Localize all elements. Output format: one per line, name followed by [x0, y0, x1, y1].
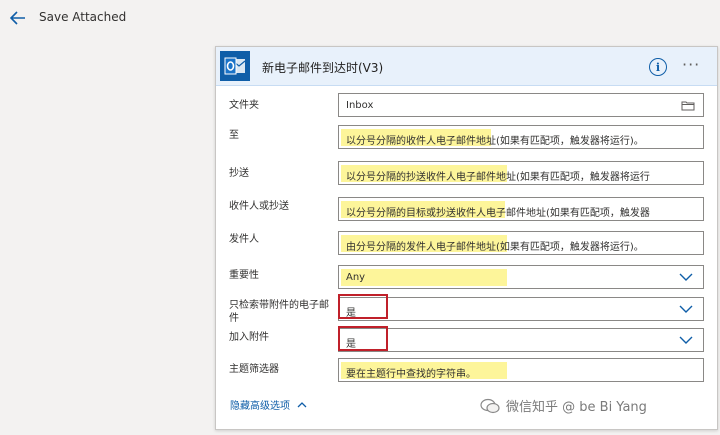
folder-value: Inbox	[346, 100, 374, 111]
trigger-card: 新电子邮件到达时(V3) i ··· 文件夹 Inbox 至 以分号分隔的收件人…	[215, 46, 718, 430]
hide-advanced-options-label: 隐藏高级选项	[230, 401, 290, 412]
only-with-attachments-dropdown[interactable]: 是	[338, 297, 704, 321]
only-with-attachments-label-line1: 只检索带附件的电子邮	[229, 300, 329, 311]
only-with-attachments-label: 只检索带附件的电子邮 件	[229, 299, 329, 325]
top-bar: Save Attached	[0, 0, 720, 36]
to-field[interactable]: 以分号分隔的收件人电子邮件地址(如果有匹配项，触发器将运行)。	[338, 125, 704, 149]
chevron-down-icon	[679, 336, 693, 344]
arrow-left-icon	[10, 11, 25, 25]
include-attachments-label: 加入附件	[229, 332, 269, 343]
annotation-box	[338, 326, 388, 351]
folder-label: 文件夹	[229, 100, 259, 111]
hide-advanced-options-link[interactable]: 隐藏高级选项	[230, 397, 307, 412]
cc-field[interactable]: 以分号分隔的抄送收件人电子邮件地址(如果有匹配项，触发器将运行	[338, 161, 704, 185]
to-label: 至	[229, 130, 239, 141]
card-header[interactable]: 新电子邮件到达时(V3) i ···	[216, 47, 717, 86]
cc-placeholder: 以分号分隔的抄送收件人电子邮件地址(如果有匹配项，触发器将运行	[346, 172, 650, 183]
back-button[interactable]	[8, 8, 28, 28]
subject-filter-field[interactable]: 要在主题行中查找的字符串。	[338, 358, 704, 382]
chevron-up-icon	[297, 402, 307, 408]
wechat-icon	[480, 398, 500, 413]
include-attachments-dropdown[interactable]: 是	[338, 328, 704, 352]
from-label: 发件人	[229, 234, 259, 245]
more-options-button[interactable]: ···	[682, 55, 706, 75]
info-button[interactable]: i	[649, 58, 667, 76]
chevron-down-icon	[679, 305, 693, 313]
highlight-mark	[341, 269, 507, 286]
to-placeholder: 以分号分隔的收件人电子邮件地址(如果有匹配项，触发器将运行)。	[346, 136, 644, 147]
watermark-text: 微信知乎 @ be Bi Yang	[506, 400, 647, 415]
only-with-attachments-label-line2: 件	[229, 313, 239, 324]
watermark: 微信知乎 @ be Bi Yang	[480, 396, 647, 415]
from-field[interactable]: 由分号分隔的发件人电子邮件地址(如果有匹配项，触发器将运行)。	[338, 231, 704, 255]
to-or-cc-placeholder: 以分号分隔的目标或抄送收件人电子邮件地址(如果有匹配项，触发器	[346, 208, 650, 219]
cc-label: 抄送	[229, 168, 249, 179]
folder-field[interactable]: Inbox	[338, 93, 704, 117]
importance-value: Any	[346, 272, 366, 283]
page-title: Save Attached	[39, 10, 127, 24]
subject-filter-label: 主题筛选器	[229, 364, 279, 375]
from-placeholder: 由分号分隔的发件人电子邮件地址(如果有匹配项，触发器将运行)。	[346, 242, 644, 253]
importance-label: 重要性	[229, 270, 259, 281]
subject-filter-placeholder: 要在主题行中查找的字符串。	[346, 369, 476, 380]
importance-dropdown[interactable]: Any	[338, 265, 704, 289]
to-or-cc-field[interactable]: 以分号分隔的目标或抄送收件人电子邮件地址(如果有匹配项，触发器	[338, 197, 704, 221]
folder-icon[interactable]	[681, 100, 695, 111]
annotation-box	[338, 294, 388, 319]
chevron-down-icon	[679, 273, 693, 281]
outlook-icon	[220, 51, 250, 81]
to-or-cc-label: 收件人或抄送	[229, 201, 289, 212]
card-title: 新电子邮件到达时(V3)	[262, 61, 384, 75]
